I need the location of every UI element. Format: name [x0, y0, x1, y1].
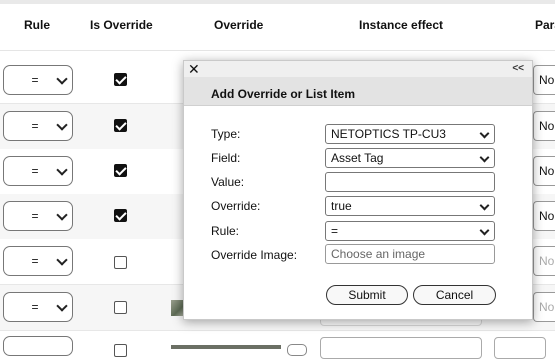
parameter-select[interactable]: No — [533, 292, 555, 322]
header-instance-effect: Instance effect — [359, 18, 444, 32]
collapse-icon[interactable]: << — [512, 61, 524, 77]
rule-select[interactable]: = — [3, 292, 73, 322]
rule-label: Rule: — [211, 224, 240, 238]
rule-select[interactable]: = — [3, 156, 73, 186]
header-divider — [0, 50, 555, 51]
is-override-checkbox[interactable] — [114, 164, 127, 177]
chevron-down-icon — [479, 128, 490, 139]
parameter-select[interactable]: No — [533, 156, 555, 186]
is-override-checkbox[interactable] — [114, 256, 127, 269]
instance-effect-field[interactable] — [320, 337, 482, 359]
field-value: Asset Tag — [331, 151, 384, 165]
override-image-thumbnail — [171, 345, 281, 349]
rule-select[interactable]: = — [3, 65, 73, 95]
cancel-button[interactable]: Cancel — [413, 285, 496, 305]
parameter-select[interactable]: No — [533, 65, 555, 95]
value-input[interactable] — [325, 172, 495, 192]
override-value: true — [331, 199, 352, 213]
is-override-checkbox[interactable] — [114, 209, 127, 222]
rule-select-dialog[interactable]: = — [325, 221, 495, 241]
parameter-select[interactable]: No — [533, 246, 555, 276]
is-override-checkbox[interactable] — [114, 73, 127, 86]
type-label: Type: — [211, 127, 241, 141]
close-icon[interactable]: ✕ — [188, 61, 200, 77]
is-override-checkbox[interactable] — [114, 344, 127, 357]
override-image-picker[interactable]: Choose an image — [325, 244, 495, 264]
header-rule: Rule — [24, 18, 51, 32]
chevron-down-icon — [479, 152, 490, 163]
dialog-header: Add Override or List Item — [184, 77, 532, 106]
type-select[interactable]: NETOPTICS TP-CU3 — [325, 124, 495, 144]
parameter-select[interactable]: No — [533, 201, 555, 231]
field-label: Field: — [211, 151, 241, 165]
submit-button[interactable]: Submit — [326, 285, 408, 305]
override-select[interactable]: true — [325, 196, 495, 216]
header-override: Override — [214, 18, 264, 32]
rule-select[interactable] — [3, 336, 73, 356]
type-value: NETOPTICS TP-CU3 — [331, 127, 446, 141]
dialog-titlebar: ✕ << — [184, 61, 532, 77]
is-override-checkbox[interactable] — [114, 119, 127, 132]
header-parameter: Para — [535, 18, 555, 32]
value-label: Value: — [211, 175, 245, 189]
override-toggle[interactable] — [287, 344, 307, 356]
is-override-checkbox[interactable] — [114, 301, 127, 314]
override-image-label: Override Image: — [211, 248, 298, 262]
header-is-override: Is Override — [90, 18, 153, 32]
rule-select[interactable]: = — [3, 246, 73, 276]
add-override-dialog: ✕ << Add Override or List Item Type: NET… — [183, 60, 533, 320]
parameter-field[interactable] — [494, 337, 546, 359]
rule-select[interactable]: = — [3, 111, 73, 141]
chevron-down-icon — [479, 225, 490, 236]
field-select[interactable]: Asset Tag — [325, 148, 495, 168]
override-label: Override: — [211, 199, 261, 213]
table-header: Rule Is Override Override Instance effec… — [0, 4, 555, 50]
parameter-select[interactable]: No — [533, 111, 555, 141]
rule-value: = — [331, 224, 339, 238]
chevron-down-icon — [479, 200, 490, 211]
rule-select[interactable]: = — [3, 201, 73, 231]
dialog-title: Add Override or List Item — [211, 87, 356, 101]
